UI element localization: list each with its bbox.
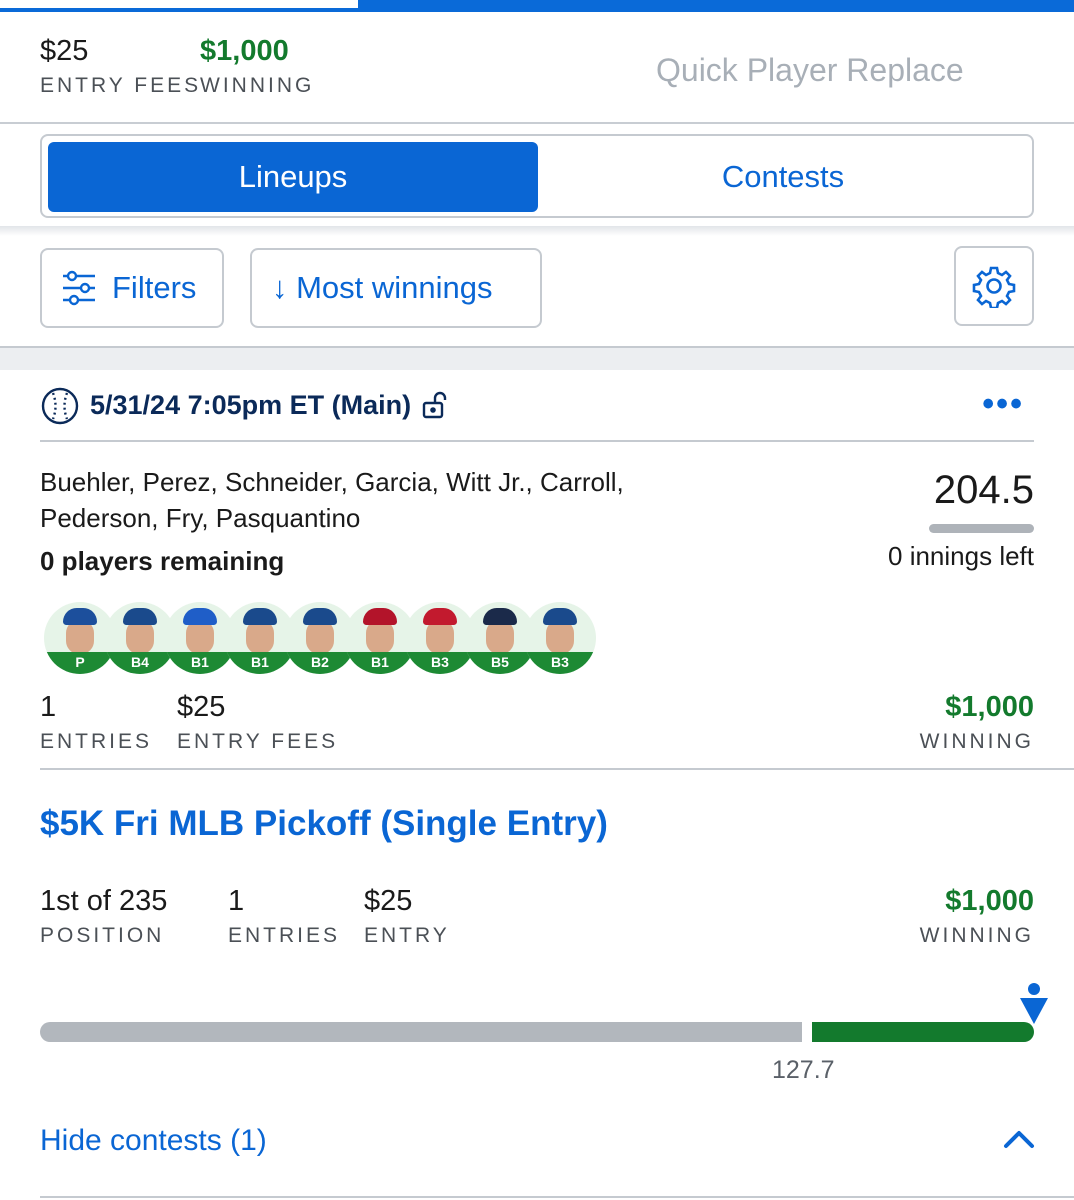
chevron-up-icon[interactable]: [1002, 1128, 1036, 1155]
entries-label: ENTRIES: [40, 730, 153, 753]
lineup-fees-stat: $25 ENTRY FEES: [177, 690, 338, 754]
score-progress-bar: [929, 524, 1034, 533]
player-cap: [363, 608, 397, 625]
lineup-card-header: 5/31/24 7:05pm ET (Main) •••: [40, 386, 1034, 442]
progress-green: [812, 1022, 1034, 1042]
innings-left: 0 innings left: [888, 541, 1034, 571]
bottom-divider: [40, 1196, 1074, 1198]
sliders-icon: [60, 269, 98, 307]
player-position-badge: B3: [524, 652, 596, 674]
player-cap: [543, 608, 577, 625]
lineup-stats: 1 ENTRIES $25 ENTRY FEES $1,000 WINNING: [40, 690, 1034, 770]
entries-value: 1: [40, 691, 57, 723]
contest-entry-value: $25: [364, 885, 413, 917]
toggle-shadow: [0, 226, 1074, 236]
contest-progress-bar: [40, 1022, 1034, 1042]
lineup-players: Buehler, Perez, Schneider, Garcia, Witt …: [40, 467, 624, 533]
contest-entries-stat: 1 ENTRIES: [228, 884, 340, 948]
quick-player-replace-button[interactable]: Quick Player Replace: [656, 52, 964, 89]
filters-button[interactable]: Filters: [40, 248, 224, 328]
player-cap: [183, 608, 217, 625]
player-face: [66, 620, 94, 654]
contest-entry-stat: $25 ENTRY: [364, 884, 450, 948]
player-cap: [303, 608, 337, 625]
contest-winning-label: WINNING: [919, 924, 1034, 947]
player-face: [546, 620, 574, 654]
lineup-winning-value: $1,000: [945, 691, 1034, 723]
contest-entries-label: ENTRIES: [228, 924, 341, 947]
player-face: [126, 620, 154, 654]
entry-fees-stat: $25 ENTRY FEES: [40, 34, 201, 98]
player-face: [486, 620, 514, 654]
progress-gray: [40, 1022, 802, 1042]
lineup-winning-label: WINNING: [919, 730, 1034, 753]
contest-entries-value: 1: [228, 885, 245, 917]
player-face: [246, 620, 274, 654]
filters-label: Filters: [112, 270, 197, 305]
section-divider: [0, 346, 1074, 370]
player-cap: [123, 608, 157, 625]
cutoff-points: 127.7: [772, 1056, 835, 1084]
players-remaining: 0 players remaining: [40, 546, 285, 576]
top-progress-bar: [0, 0, 1074, 12]
sort-label: ↓ Most winnings: [272, 270, 493, 305]
player-cap: [243, 608, 277, 625]
winning-value: $1,000: [200, 35, 289, 67]
view-toggle: Lineups Contests: [40, 134, 1034, 218]
slate-date: 5/31/24 7:05pm ET (Main): [90, 390, 412, 420]
entry-fees-label: ENTRY FEES: [40, 74, 202, 97]
tab-contests[interactable]: Contests: [538, 142, 1028, 212]
position-stat: 1st of 235 POSITION: [40, 884, 167, 948]
contest-title-link[interactable]: $5K Fri MLB Pickoff (Single Entry): [40, 804, 608, 844]
player-cap: [423, 608, 457, 625]
entry-fees-value: $25: [40, 35, 89, 67]
entries-stat: 1 ENTRIES: [40, 690, 152, 754]
contest-stats: 1st of 235 POSITION 1 ENTRIES $25 ENTRY …: [40, 884, 1034, 964]
player-face: [186, 620, 214, 654]
summary-header: $25 ENTRY FEES $1,000 WINNING Quick Play…: [0, 12, 1074, 124]
contest-winning-stat: $1,000 WINNING: [920, 884, 1034, 948]
player-cap: [63, 608, 97, 625]
lineup-menu-button[interactable]: •••: [982, 387, 1024, 421]
unlocked-icon: [421, 390, 449, 425]
player-face: [306, 620, 334, 654]
settings-button[interactable]: [954, 246, 1034, 326]
position-value: 1st of 235: [40, 885, 168, 917]
gear-icon: [972, 264, 1016, 308]
position-label: POSITION: [40, 924, 165, 947]
contest-entry-label: ENTRY: [364, 924, 450, 947]
tab-lineups[interactable]: Lineups: [48, 142, 538, 212]
player-face: [366, 620, 394, 654]
player-avatar[interactable]: B3: [524, 602, 596, 674]
winning-label: WINNING: [200, 74, 315, 97]
lineup-fees-label: ENTRY FEES: [177, 730, 339, 753]
card-divider: [40, 768, 1074, 770]
winning-stat: $1,000 WINNING: [200, 34, 314, 98]
sort-button[interactable]: ↓ Most winnings: [250, 248, 542, 328]
lineup-score: 204.5: [933, 468, 1034, 512]
baseball-icon: [40, 386, 80, 431]
player-cap: [483, 608, 517, 625]
lineup-fees-value: $25: [177, 691, 226, 723]
lineup-winning-stat: $1,000 WINNING: [920, 690, 1034, 754]
contest-winning-value: $1,000: [945, 885, 1034, 917]
hide-contests-link[interactable]: Hide contests (1): [40, 1124, 267, 1158]
player-face: [426, 620, 454, 654]
